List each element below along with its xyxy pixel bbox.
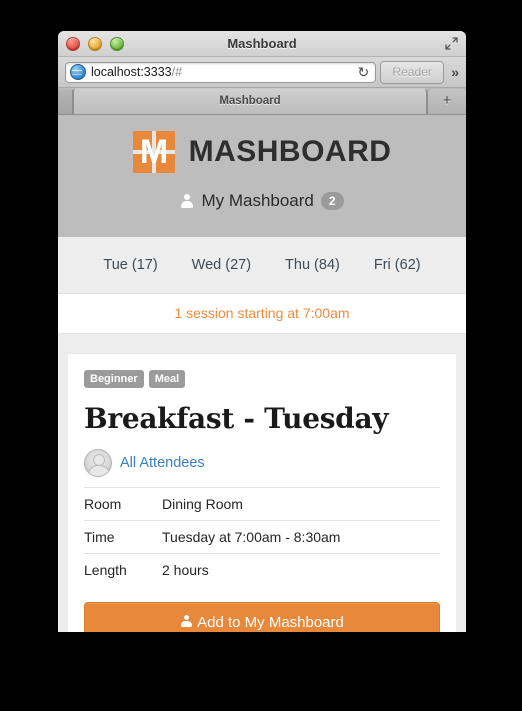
my-mashboard-count-badge: 2 <box>320 192 344 210</box>
detail-value: Tuesday at 7:00am - 8:30am <box>162 529 341 545</box>
minimize-window-button[interactable] <box>88 37 102 51</box>
brand-name: MASHBOARD <box>188 135 392 168</box>
table-row: Length 2 hours <box>84 553 440 587</box>
all-attendees-link[interactable]: All Attendees <box>120 455 205 471</box>
brand-row: M MASHBOARD <box>58 131 466 173</box>
person-icon <box>180 193 194 209</box>
close-window-button[interactable] <box>66 37 80 51</box>
page-title: Breakfast - Tuesday <box>84 402 389 435</box>
globe-icon <box>70 64 86 80</box>
session-badges: Beginner Meal <box>84 370 440 388</box>
window-controls <box>66 37 124 51</box>
day-tab-tue[interactable]: Tue (17) <box>97 253 163 277</box>
session-details-table: Room Dining Room Time Tuesday at 7:00am … <box>84 487 440 586</box>
browser-toolbar: localhost:3333/# ↻ Reader » <box>58 57 466 88</box>
day-tab-fri[interactable]: Fri (62) <box>368 253 427 277</box>
attendees-row[interactable]: All Attendees <box>84 449 440 485</box>
day-tabs: Tue (17) Wed (27) Thu (84) Fri (62) <box>58 237 466 294</box>
my-mashboard-label: My Mashboard <box>201 191 314 210</box>
fullscreen-icon[interactable] <box>445 37 458 50</box>
session-card: Beginner Meal Breakfast - Tuesday All At… <box>68 353 456 632</box>
zoom-window-button[interactable] <box>110 37 124 51</box>
status-badge: Beginner <box>84 370 144 388</box>
page-content: M MASHBOARD My Mashboard 2 Tue (17) Wed … <box>58 115 466 632</box>
session-notice: 1 session starting at 7:00am <box>58 294 466 334</box>
address-bar[interactable]: localhost:3333/# ↻ <box>65 61 377 83</box>
table-row: Time Tuesday at 7:00am - 8:30am <box>84 520 440 554</box>
window-titlebar: Mashboard <box>58 31 466 57</box>
reload-icon[interactable]: ↻ <box>357 64 371 81</box>
person-icon <box>180 615 192 629</box>
tab-bar: Mashboard + <box>58 88 466 115</box>
reader-button[interactable]: Reader <box>380 60 445 84</box>
tab-mashboard[interactable]: Mashboard <box>73 88 427 114</box>
detail-value: 2 hours <box>162 562 209 578</box>
detail-key: Room <box>84 496 122 512</box>
add-button-label: Add to My Mashboard <box>197 614 344 631</box>
overflow-chevrons-icon[interactable]: » <box>451 64 459 80</box>
url-path: /# <box>171 65 183 79</box>
content-gap-strip <box>58 334 466 353</box>
new-tab-button[interactable]: + <box>427 89 466 114</box>
my-mashboard-link[interactable]: My Mashboard 2 <box>58 191 466 211</box>
site-header: M MASHBOARD My Mashboard 2 <box>58 115 466 237</box>
day-tab-wed[interactable]: Wed (27) <box>186 253 257 277</box>
mashboard-logo-icon: M <box>132 131 175 173</box>
add-to-my-mashboard-button[interactable]: Add to My Mashboard <box>84 602 440 632</box>
url-host: localhost:3333 <box>91 65 172 79</box>
avatar <box>84 449 112 477</box>
detail-key: Time <box>84 529 115 545</box>
logo-letter: M <box>139 133 168 171</box>
detail-value: Dining Room <box>162 496 243 512</box>
detail-key: Length <box>84 562 127 578</box>
tab-bar-left-edge <box>58 90 73 114</box>
status-badge: Meal <box>148 370 186 388</box>
table-row: Room Dining Room <box>84 487 440 521</box>
day-tab-thu[interactable]: Thu (84) <box>279 253 346 277</box>
browser-window: Mashboard localhost:3333/# ↻ Reader » Ma… <box>58 31 466 632</box>
url-text: localhost:3333/# <box>91 65 182 79</box>
